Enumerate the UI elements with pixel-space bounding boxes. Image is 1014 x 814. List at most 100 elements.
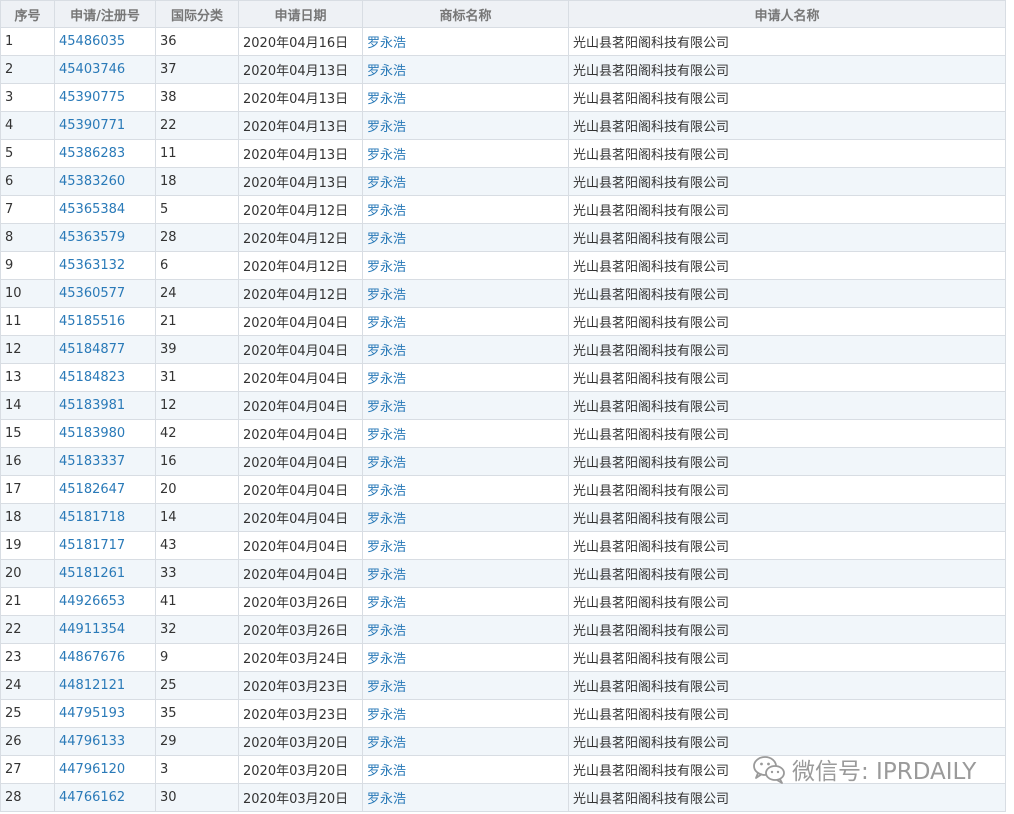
cell-application-number[interactable]: 45183980	[54, 419, 156, 448]
cell-trademark-name[interactable]: 罗永浩	[362, 755, 569, 784]
cell-applicant-name: 光山县茗阳阁科技有限公司	[568, 503, 1006, 532]
table-row: 10 45360577 24 2020年04月12日 罗永浩 光山县茗阳阁科技有限公司	[0, 279, 1006, 308]
cell-international-class: 31	[155, 363, 239, 392]
cell-application-number[interactable]: 45181261	[54, 559, 156, 588]
cell-index: 19	[0, 531, 55, 560]
cell-trademark-name[interactable]: 罗永浩	[362, 251, 569, 280]
cell-applicant-name: 光山县茗阳阁科技有限公司	[568, 559, 1006, 588]
cell-index: 12	[0, 335, 55, 364]
cell-trademark-name[interactable]: 罗永浩	[362, 503, 569, 532]
table-row: 9 45363132 6 2020年04月12日 罗永浩 光山县茗阳阁科技有限公司	[0, 251, 1006, 280]
cell-applicant-name: 光山县茗阳阁科技有限公司	[568, 139, 1006, 168]
cell-index: 9	[0, 251, 55, 280]
cell-application-number[interactable]: 44911354	[54, 615, 156, 644]
cell-application-number[interactable]: 45181718	[54, 503, 156, 532]
column-header-index[interactable]: 序号	[0, 0, 55, 28]
column-header-application-date[interactable]: 申请日期	[238, 0, 363, 28]
cell-trademark-name[interactable]: 罗永浩	[362, 279, 569, 308]
cell-application-number[interactable]: 45390775	[54, 83, 156, 112]
cell-international-class: 11	[155, 139, 239, 168]
cell-international-class: 12	[155, 391, 239, 420]
table-row: 3 45390775 38 2020年04月13日 罗永浩 光山县茗阳阁科技有限公司	[0, 83, 1006, 112]
cell-application-number[interactable]: 45183981	[54, 391, 156, 420]
cell-trademark-name[interactable]: 罗永浩	[362, 111, 569, 140]
cell-trademark-name[interactable]: 罗永浩	[362, 363, 569, 392]
cell-trademark-name[interactable]: 罗永浩	[362, 447, 569, 476]
cell-application-date: 2020年03月23日	[238, 699, 363, 728]
cell-application-number[interactable]: 45390771	[54, 111, 156, 140]
cell-trademark-name[interactable]: 罗永浩	[362, 55, 569, 84]
cell-application-date: 2020年04月04日	[238, 307, 363, 336]
cell-international-class: 36	[155, 27, 239, 56]
cell-application-number[interactable]: 45386283	[54, 139, 156, 168]
cell-international-class: 21	[155, 307, 239, 336]
cell-international-class: 6	[155, 251, 239, 280]
cell-trademark-name[interactable]: 罗永浩	[362, 699, 569, 728]
cell-application-date: 2020年03月23日	[238, 671, 363, 700]
cell-application-date: 2020年04月04日	[238, 391, 363, 420]
cell-application-number[interactable]: 45363579	[54, 223, 156, 252]
column-header-international-class[interactable]: 国际分类	[155, 0, 239, 28]
cell-international-class: 16	[155, 447, 239, 476]
cell-trademark-name[interactable]: 罗永浩	[362, 783, 569, 812]
cell-application-number[interactable]: 45360577	[54, 279, 156, 308]
cell-trademark-name[interactable]: 罗永浩	[362, 559, 569, 588]
cell-applicant-name: 光山县茗阳阁科技有限公司	[568, 223, 1006, 252]
cell-application-number[interactable]: 44796133	[54, 727, 156, 756]
cell-application-number[interactable]: 45486035	[54, 27, 156, 56]
cell-international-class: 35	[155, 699, 239, 728]
cell-applicant-name: 光山县茗阳阁科技有限公司	[568, 251, 1006, 280]
cell-trademark-name[interactable]: 罗永浩	[362, 139, 569, 168]
column-header-application-number[interactable]: 申请/注册号	[54, 0, 156, 28]
cell-application-number[interactable]: 45182647	[54, 475, 156, 504]
cell-trademark-name[interactable]: 罗永浩	[362, 335, 569, 364]
cell-international-class: 5	[155, 195, 239, 224]
cell-application-date: 2020年04月12日	[238, 251, 363, 280]
cell-application-number[interactable]: 44766162	[54, 783, 156, 812]
cell-trademark-name[interactable]: 罗永浩	[362, 391, 569, 420]
cell-application-number[interactable]: 44795193	[54, 699, 156, 728]
cell-index: 6	[0, 167, 55, 196]
column-header-trademark-name[interactable]: 商标名称	[362, 0, 569, 28]
cell-international-class: 9	[155, 643, 239, 672]
cell-trademark-name[interactable]: 罗永浩	[362, 83, 569, 112]
cell-international-class: 37	[155, 55, 239, 84]
cell-applicant-name: 光山县茗阳阁科技有限公司	[568, 167, 1006, 196]
cell-application-number[interactable]: 44812121	[54, 671, 156, 700]
table-row: 20 45181261 33 2020年04月04日 罗永浩 光山县茗阳阁科技有限公司	[0, 559, 1006, 588]
cell-trademark-name[interactable]: 罗永浩	[362, 223, 569, 252]
cell-trademark-name[interactable]: 罗永浩	[362, 615, 569, 644]
cell-application-number[interactable]: 44926653	[54, 587, 156, 616]
cell-trademark-name[interactable]: 罗永浩	[362, 167, 569, 196]
cell-index: 23	[0, 643, 55, 672]
cell-trademark-name[interactable]: 罗永浩	[362, 475, 569, 504]
cell-index: 3	[0, 83, 55, 112]
cell-trademark-name[interactable]: 罗永浩	[362, 643, 569, 672]
cell-international-class: 29	[155, 727, 239, 756]
cell-trademark-name[interactable]: 罗永浩	[362, 307, 569, 336]
cell-application-number[interactable]: 45184877	[54, 335, 156, 364]
cell-trademark-name[interactable]: 罗永浩	[362, 587, 569, 616]
cell-applicant-name: 光山县茗阳阁科技有限公司	[568, 699, 1006, 728]
cell-application-number[interactable]: 45184823	[54, 363, 156, 392]
cell-application-date: 2020年03月26日	[238, 587, 363, 616]
cell-trademark-name[interactable]: 罗永浩	[362, 27, 569, 56]
table-body: 1 45486035 36 2020年04月16日 罗永浩 光山县茗阳阁科技有限公司 2 45…	[0, 27, 1006, 812]
cell-application-number[interactable]: 45183337	[54, 447, 156, 476]
cell-application-number[interactable]: 45383260	[54, 167, 156, 196]
cell-application-number[interactable]: 44867676	[54, 643, 156, 672]
cell-trademark-name[interactable]: 罗永浩	[362, 531, 569, 560]
cell-application-number[interactable]: 45363132	[54, 251, 156, 280]
cell-application-date: 2020年04月04日	[238, 419, 363, 448]
cell-application-number[interactable]: 45365384	[54, 195, 156, 224]
cell-trademark-name[interactable]: 罗永浩	[362, 195, 569, 224]
column-header-applicant-name[interactable]: 申请人名称	[568, 0, 1006, 28]
cell-index: 11	[0, 307, 55, 336]
cell-trademark-name[interactable]: 罗永浩	[362, 727, 569, 756]
cell-application-number[interactable]: 45185516	[54, 307, 156, 336]
cell-trademark-name[interactable]: 罗永浩	[362, 419, 569, 448]
cell-application-number[interactable]: 45181717	[54, 531, 156, 560]
cell-application-number[interactable]: 45403746	[54, 55, 156, 84]
cell-trademark-name[interactable]: 罗永浩	[362, 671, 569, 700]
cell-application-number[interactable]: 44796120	[54, 755, 156, 784]
